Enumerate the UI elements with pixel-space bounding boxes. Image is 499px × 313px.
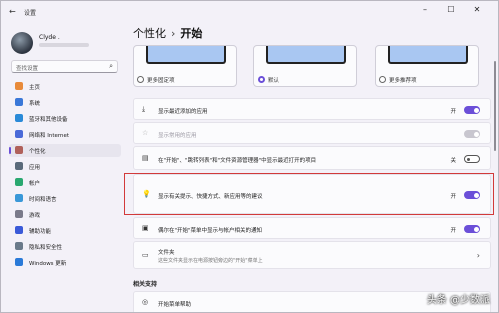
minimize-icon[interactable]: – bbox=[415, 5, 435, 14]
sidebar: Clyde . 查找设置 ⌕ 主页系统蓝牙和其他设备 网络和 Internet 个性… bbox=[1, 25, 127, 312]
section-title: 相关支持 bbox=[133, 281, 158, 288]
sidebar-item-icon bbox=[15, 178, 23, 186]
radio-label-default: 默认 bbox=[268, 78, 280, 84]
sidebar-item[interactable]: Windows 更新 bbox=[9, 256, 121, 269]
download-icon: ⤓ bbox=[142, 105, 146, 113]
back-arrow-icon[interactable]: ← bbox=[9, 7, 16, 16]
recent-files-icon: ▤ bbox=[142, 154, 149, 162]
sidebar-item-icon bbox=[15, 226, 23, 234]
sidebar-item-label: Windows 更新 bbox=[29, 261, 67, 267]
title-bar: ← 设置 – ☐ ✕ bbox=[1, 1, 498, 25]
globe-icon: ◎ bbox=[142, 298, 149, 306]
radio-more-recommendations[interactable] bbox=[379, 76, 386, 83]
sidebar-item[interactable]: 应用 bbox=[9, 160, 121, 173]
page-title: 开始 bbox=[180, 27, 203, 40]
settings-window: ← 设置 – ☐ ✕ Clyde . 查找设置 ⌕ 主页系统蓝牙和其他设备 网络和… bbox=[0, 0, 499, 313]
sidebar-item[interactable]: 系统 bbox=[9, 96, 121, 109]
active-indicator bbox=[9, 147, 11, 154]
user-email-redacted bbox=[39, 43, 89, 47]
sidebar-item-icon bbox=[15, 162, 23, 170]
sidebar-item-icon bbox=[15, 130, 23, 138]
sidebar-item[interactable]: 时间和语言 bbox=[9, 192, 121, 205]
row-label: 开始菜单帮助 bbox=[158, 302, 192, 308]
close-icon[interactable]: ✕ bbox=[467, 5, 487, 14]
row-sublabel: 这些文件夹显示在电源按钮旁边的"开始"菜单上 bbox=[158, 258, 263, 264]
star-icon: ☆ bbox=[142, 129, 149, 137]
radio-label-more-recommendations: 更多推荐项 bbox=[389, 78, 417, 84]
sidebar-item[interactable]: 网络和 Internet bbox=[9, 128, 121, 141]
toggle-state: 关 bbox=[450, 158, 456, 164]
sidebar-item[interactable]: 蓝牙和其他设备 bbox=[9, 112, 121, 125]
sidebar-item-icon bbox=[15, 242, 23, 250]
radio-default[interactable] bbox=[258, 76, 265, 83]
sidebar-item-label: 主页 bbox=[29, 85, 41, 91]
row-folders[interactable]: ▭ 文件夹 这些文件夹显示在电源按钮旁边的"开始"菜单上 › bbox=[133, 241, 491, 269]
sidebar-item-icon bbox=[15, 258, 23, 266]
row-account-notifications[interactable]: ▣ 偶尔在"开始"菜单中显示与帐户相关的通知 开 bbox=[133, 217, 491, 239]
sidebar-item-icon bbox=[15, 210, 23, 218]
sidebar-item-label: 蓝牙和其他设备 bbox=[29, 117, 68, 123]
sidebar-item-icon bbox=[15, 194, 23, 202]
radio-label-more-pins: 更多固定项 bbox=[147, 78, 175, 84]
search-input[interactable]: 查找设置 ⌕ bbox=[11, 60, 118, 73]
toggle-switch[interactable] bbox=[464, 130, 480, 138]
sidebar-item[interactable]: 游戏 bbox=[9, 208, 121, 221]
account-icon: ▣ bbox=[142, 224, 149, 232]
toggle-state: 开 bbox=[450, 228, 456, 234]
row-label: 显示最近添加的应用 bbox=[158, 109, 208, 115]
highlight-box bbox=[124, 173, 494, 215]
row-label: 在"开始"、"跳转列表"和"文件资源管理器"中显示最近打开的项目 bbox=[158, 158, 317, 164]
sidebar-item-label: 网络和 Internet bbox=[29, 133, 70, 139]
sidebar-item[interactable]: 隐私和安全性 bbox=[9, 240, 121, 253]
sidebar-item[interactable]: 个性化 bbox=[9, 144, 121, 157]
sidebar-item-icon bbox=[15, 114, 23, 122]
sidebar-item[interactable]: 主页 bbox=[9, 80, 121, 93]
toggle-switch[interactable] bbox=[464, 155, 480, 163]
toggle-state: 开 bbox=[450, 109, 456, 115]
sidebar-item-label: 应用 bbox=[29, 165, 41, 171]
folder-icon: ▭ bbox=[142, 251, 149, 259]
sidebar-item-label: 辅助功能 bbox=[29, 229, 52, 235]
start-menu-preview bbox=[388, 46, 468, 64]
breadcrumb: 个性化 › 开始 bbox=[133, 25, 202, 41]
row-most-used-apps[interactable]: ☆ 显示常用的应用 bbox=[133, 122, 491, 144]
row-label: 偶尔在"开始"菜单中显示与帐户相关的通知 bbox=[158, 228, 263, 234]
sidebar-item-icon bbox=[15, 98, 23, 106]
sidebar-item-label: 隐私和安全性 bbox=[29, 245, 63, 251]
row-recent-apps[interactable]: ⤓ 显示最近添加的应用 开 bbox=[133, 98, 491, 120]
radio-more-pins[interactable] bbox=[137, 76, 144, 83]
sidebar-item-label: 个性化 bbox=[29, 149, 46, 155]
sidebar-item-icon bbox=[15, 82, 23, 90]
sidebar-item[interactable]: 辅助功能 bbox=[9, 224, 121, 237]
sidebar-item[interactable]: 帐户 bbox=[9, 176, 121, 189]
breadcrumb-parent[interactable]: 个性化 bbox=[133, 27, 166, 40]
breadcrumb-separator: › bbox=[171, 27, 176, 40]
sidebar-item-label: 时间和语言 bbox=[29, 197, 57, 203]
toggle-switch[interactable] bbox=[464, 106, 480, 114]
chevron-right-icon: › bbox=[476, 251, 480, 260]
maximize-icon[interactable]: ☐ bbox=[441, 5, 461, 14]
main-content: 个性化 › 开始 更多固定项 默认 更多推荐项 ⤓ 显示最近添加的应用 开 ☆ 显示… bbox=[127, 25, 498, 312]
search-icon: ⌕ bbox=[109, 62, 113, 70]
row-recent-items[interactable]: ▤ 在"开始"、"跳转列表"和"文件资源管理器"中显示最近打开的项目 关 bbox=[133, 146, 491, 170]
start-menu-preview bbox=[146, 46, 226, 64]
scrollbar[interactable] bbox=[494, 61, 496, 151]
start-menu-preview bbox=[266, 46, 346, 64]
row-label: 文件夹 bbox=[158, 250, 175, 256]
user-name: Clyde . bbox=[39, 34, 60, 41]
sidebar-item-icon bbox=[15, 146, 23, 154]
sidebar-item-label: 游戏 bbox=[29, 213, 41, 219]
toggle-switch[interactable] bbox=[464, 225, 480, 233]
sidebar-item-label: 帐户 bbox=[29, 181, 41, 187]
sidebar-item-label: 系统 bbox=[29, 101, 41, 107]
window-title: 设置 bbox=[24, 10, 37, 17]
watermark: 头条 @少数派 bbox=[426, 295, 490, 306]
avatar[interactable] bbox=[11, 32, 33, 54]
search-placeholder: 查找设置 bbox=[16, 66, 39, 72]
row-label: 显示常用的应用 bbox=[158, 133, 197, 139]
